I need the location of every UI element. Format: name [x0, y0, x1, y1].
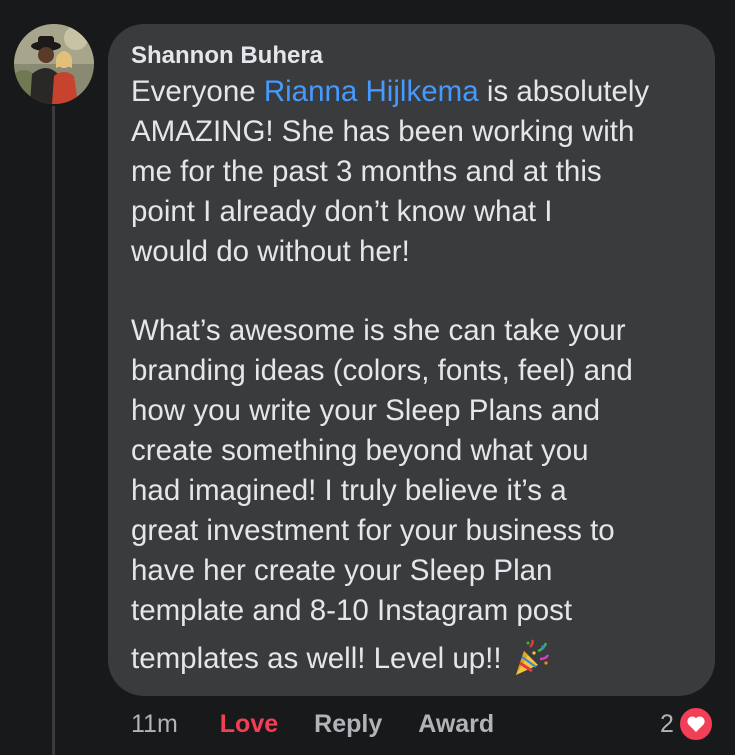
comment-paragraph-2: What’s awesome is she can take your bran…: [131, 314, 633, 627]
comment-paragraph-1: Everyone Rianna Hijlkema is absolutely A…: [131, 72, 695, 272]
comment-bubble: Shannon Buhera Everyone Rianna Hijlkema …: [108, 24, 715, 696]
avatar[interactable]: [14, 24, 94, 104]
comment-thread: Shannon Buhera Everyone Rianna Hijlkema …: [0, 0, 735, 755]
comment-actions: 11m Love Reply Award: [131, 704, 530, 744]
comment-timestamp[interactable]: 11m: [131, 710, 178, 739]
mention-link[interactable]: Rianna Hijlkema: [264, 75, 479, 108]
love-button[interactable]: Love: [220, 710, 278, 739]
thread-connector-line: [52, 106, 55, 755]
comment-last-line-text: templates as well! Level up!!: [131, 641, 502, 675]
reaction-summary[interactable]: 2: [660, 704, 714, 744]
award-button[interactable]: Award: [418, 710, 494, 739]
comment-author[interactable]: Shannon Buhera: [131, 40, 695, 72]
party-popper-icon: [510, 638, 550, 679]
comment-last-line: templates as well! Level up!!: [131, 638, 695, 679]
heart-icon: [677, 706, 714, 742]
reaction-count: 2: [660, 709, 674, 738]
reply-button[interactable]: Reply: [314, 710, 382, 739]
comment-text-start: Everyone: [131, 75, 264, 108]
